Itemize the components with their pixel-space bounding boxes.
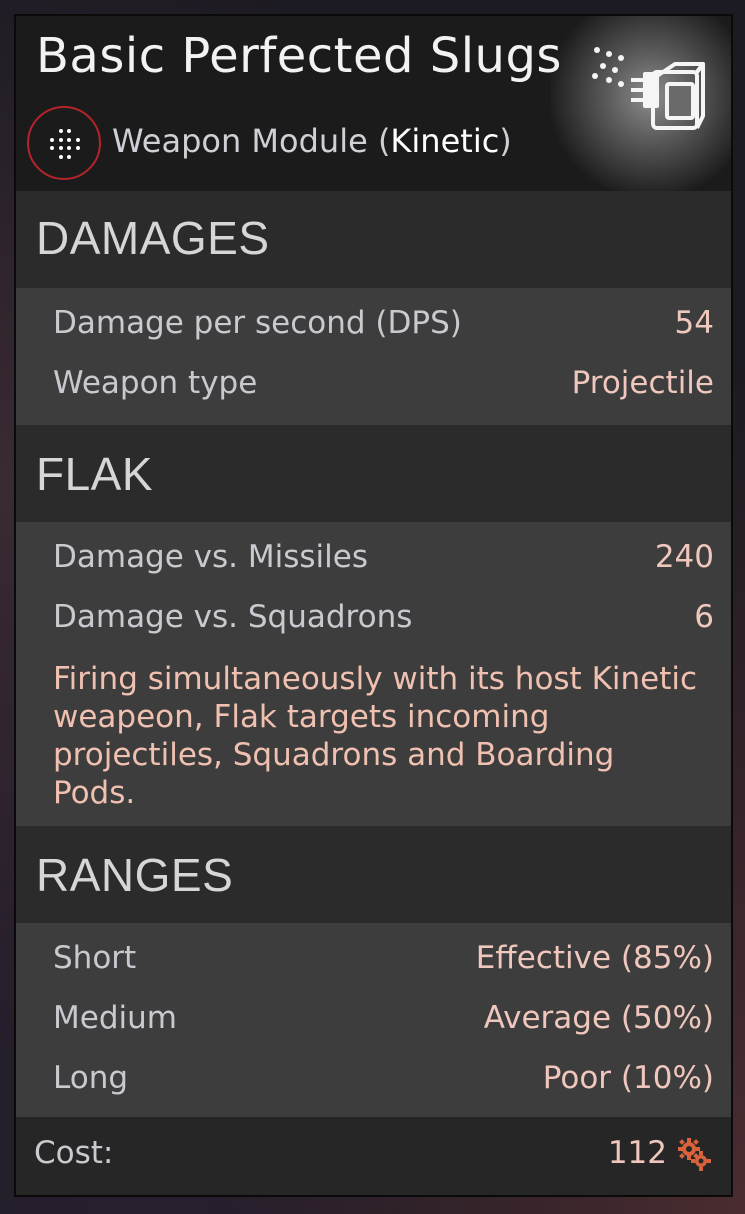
range-value: Poor (10%) [542, 1060, 714, 1096]
section-header-ranges: RANGES [16, 826, 731, 923]
stat-label: Damage per second (DPS) [53, 305, 462, 341]
module-category: Weapon Module (Kinetic) [112, 122, 512, 160]
stat-row: Damage vs. Squadrons 6 [53, 599, 714, 635]
section-title-damages: DAMAGES [36, 212, 270, 264]
section-title-flak: FLAK [36, 448, 154, 500]
stat-label: Weapon type [53, 365, 258, 401]
section-body-flak: Damage vs. Missiles 240 Damage vs. Squad… [16, 522, 731, 826]
stat-value: Projectile [571, 365, 714, 401]
category-type: Kinetic [390, 122, 500, 160]
section-header-damages: DAMAGES [16, 191, 731, 288]
category-prefix: Weapon Module ( [112, 122, 391, 160]
tooltip-header: Basic Perfected Slugs Weapon Module (Kin… [16, 16, 731, 206]
module-title: Basic Perfected Slugs [36, 28, 562, 84]
stat-row: Weapon type Projectile [53, 365, 714, 401]
section-body-damages: Damage per second (DPS) 54 Weapon type P… [16, 288, 731, 425]
module-tooltip: Basic Perfected Slugs Weapon Module (Kin… [14, 14, 733, 1197]
range-label: Long [53, 1060, 129, 1096]
range-row-medium: Medium Average (50%) [53, 1000, 714, 1036]
cost-footer: Cost: 112 [16, 1117, 731, 1195]
range-label: Short [53, 940, 137, 976]
section-title-ranges: RANGES [36, 849, 234, 901]
range-label: Medium [53, 1000, 177, 1036]
range-value: Average (50%) [483, 1000, 714, 1036]
industry-gear-icon [678, 1138, 711, 1171]
stat-row: Damage vs. Missiles 240 [53, 539, 714, 575]
stat-value: 6 [694, 599, 714, 635]
category-suffix: ) [499, 122, 512, 160]
section-header-flak: FLAK [16, 425, 731, 522]
cost-value: 112 [607, 1135, 667, 1171]
stat-value: 240 [654, 539, 714, 575]
stat-label: Damage vs. Squadrons [53, 599, 413, 635]
stat-label: Damage vs. Missiles [53, 539, 368, 575]
range-row-long: Long Poor (10%) [53, 1060, 714, 1096]
cost-label: Cost: [34, 1135, 114, 1171]
flak-description: Firing simultaneously with its host Kine… [53, 661, 698, 811]
flak-turret-module-icon [592, 47, 705, 130]
range-value: Effective (85%) [475, 940, 714, 976]
kinetic-dots-icon [27, 106, 101, 180]
stat-row: Damage per second (DPS) 54 [53, 305, 714, 341]
module-art [551, 16, 731, 206]
range-row-short: Short Effective (85%) [53, 940, 714, 976]
stat-value: 54 [674, 305, 714, 341]
section-body-ranges: Short Effective (85%) Medium Average (50… [16, 923, 731, 1121]
